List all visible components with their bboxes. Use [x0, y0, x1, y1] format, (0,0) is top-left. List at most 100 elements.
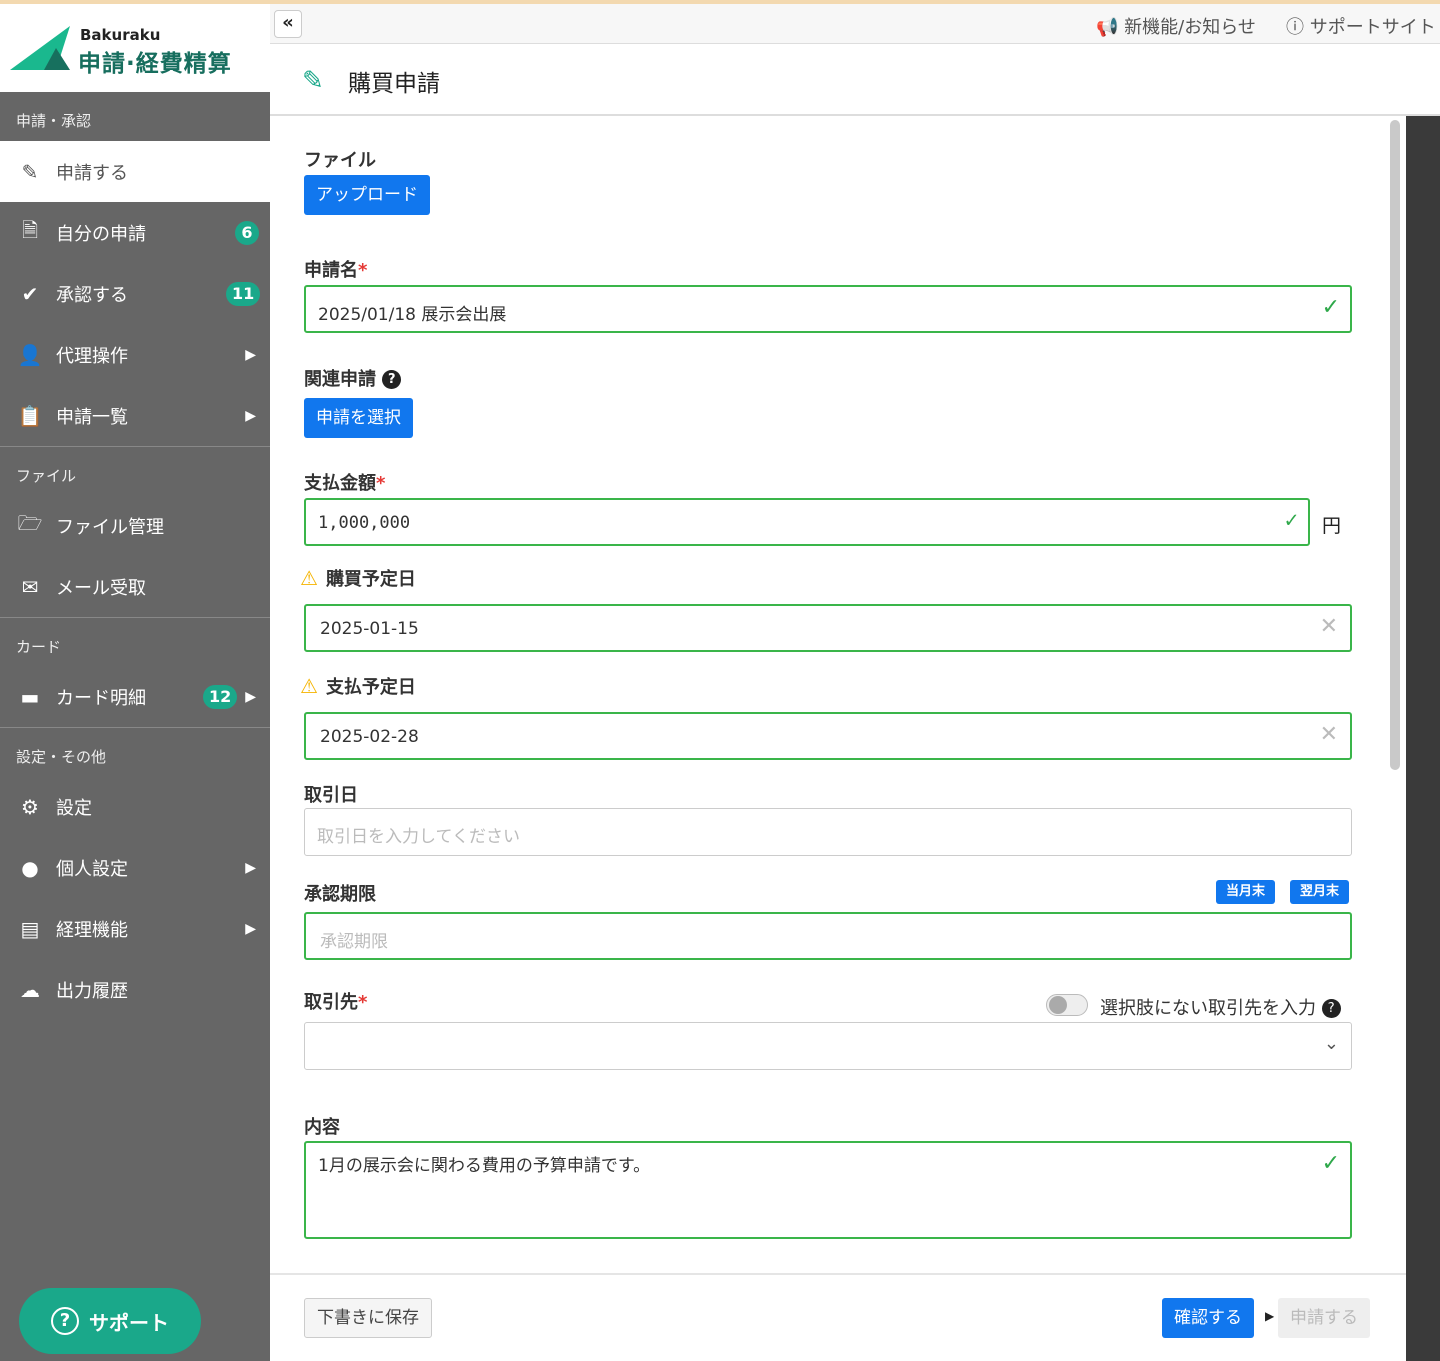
next-month-end-button[interactable]: 翌月末	[1290, 880, 1350, 904]
content-label: 内容	[304, 1117, 340, 1138]
sidebar-item-settings[interactable]: ⚙ 設定	[0, 776, 270, 837]
required-mark: *	[376, 473, 386, 494]
caret-right-icon: ▶	[1265, 1309, 1275, 1323]
upload-button[interactable]: アップロード	[304, 175, 430, 215]
deadline-input[interactable]: 承認期限	[304, 912, 1352, 960]
user-edit-icon: 👤	[17, 342, 43, 367]
check-icon: ✓	[1321, 1151, 1340, 1176]
save-draft-button[interactable]: 下書きに保存	[304, 1298, 432, 1338]
support-site-link[interactable]: ⓘ サポートサイト	[1286, 13, 1436, 39]
brand-title: 申請·経費精算	[78, 51, 232, 77]
support-site-label: サポートサイト	[1309, 17, 1436, 38]
gear-icon: ⚙	[21, 794, 39, 819]
submit-button[interactable]: 申請する	[1278, 1298, 1370, 1338]
section-settings: 設定・その他	[0, 727, 270, 776]
brand-sub: Bakuraku	[80, 26, 161, 44]
support-label: サポート	[89, 1310, 169, 1335]
purchase-date-label: ⚠ 購買予定日	[300, 565, 416, 591]
value: 2025-02-28	[320, 727, 419, 747]
content-textarea[interactable]: 1月の展示会に関わる費用の予算申請です。 ✓	[304, 1141, 1352, 1239]
edit-icon: ✎	[302, 66, 324, 96]
label: 自分の申請	[56, 223, 146, 245]
clipboard-icon: 📋	[17, 403, 43, 428]
badge: 11	[226, 281, 261, 306]
sidebar: Bakuraku 申請·経費精算 申請・承認 ✎ 申請する 🗎 自分の申請 6 ✔ 承認…	[0, 4, 270, 1361]
label: 取引先	[304, 992, 358, 1013]
placeholder: 承認期限	[320, 932, 388, 952]
support-button[interactable]: ? サポート	[19, 1288, 201, 1354]
warning-icon: ⚠	[300, 566, 318, 590]
deadline-label: 承認期限	[304, 884, 376, 905]
question-circle-icon: ?	[51, 1307, 79, 1335]
sidebar-item-card[interactable]: ▬ カード明細 12 ▶	[0, 666, 270, 727]
value: 2025-01-15	[320, 619, 419, 639]
label: 購買予定日	[325, 569, 416, 590]
name-label: 申請名*	[304, 256, 367, 282]
badge: 6	[235, 220, 259, 245]
cloud-download-icon: ☁	[20, 977, 40, 1002]
help-icon[interactable]: ?	[1321, 999, 1341, 1018]
help-icon[interactable]: ?	[382, 370, 402, 389]
required-mark: *	[358, 260, 368, 281]
news-label: 新機能/お知らせ	[1124, 17, 1256, 38]
value: 2025/01/18 展示会出展	[318, 305, 507, 325]
side-overlay	[1406, 116, 1440, 1361]
sidebar-item-personal[interactable]: ● 個人設定 ▶	[0, 837, 270, 898]
label: 選択肢にない取引先を入力	[1100, 998, 1316, 1019]
label: ファイル管理	[56, 516, 164, 538]
label: 支払予定日	[325, 677, 416, 698]
caret-right-icon: ▶	[245, 407, 256, 424]
partner-select[interactable]: ⌄	[304, 1022, 1352, 1070]
card-icon: ▬	[20, 684, 40, 709]
sidebar-item-export[interactable]: ☁ 出力履歴	[0, 959, 270, 1020]
sidebar-item-list[interactable]: 📋 申請一覧 ▶	[0, 385, 270, 446]
caret-right-icon: ▶	[245, 859, 256, 876]
file-label: ファイル	[304, 150, 376, 171]
document-icon: 🗎	[21, 217, 39, 242]
sidebar-item-apply[interactable]: ✎ 申請する	[0, 141, 270, 202]
value: 1,000,000	[318, 513, 411, 533]
purchase-date-input[interactable]: 2025-01-15 ✕	[304, 604, 1352, 652]
caret-right-icon: ▶	[245, 688, 256, 705]
logo[interactable]: Bakuraku 申請·経費精算	[0, 4, 270, 92]
label: 代理操作	[56, 345, 128, 367]
question-circle-icon: ⓘ	[1286, 17, 1304, 38]
this-month-end-button[interactable]: 当月末	[1216, 880, 1276, 904]
collapse-sidebar-button[interactable]: «	[274, 10, 302, 38]
label: 申請する	[56, 162, 128, 184]
label: 申請一覧	[56, 406, 128, 428]
trade-date-input[interactable]: 取引日を入力してください	[304, 808, 1352, 856]
scrollbar[interactable]	[1390, 120, 1400, 770]
caret-right-icon: ▶	[245, 346, 256, 363]
trade-date-label: 取引日	[304, 785, 358, 806]
sidebar-item-proxy[interactable]: 👤 代理操作 ▶	[0, 324, 270, 385]
value: 1月の展示会に関わる費用の予算申請です。	[318, 1156, 651, 1176]
megaphone-icon: 📢	[1096, 17, 1119, 38]
select-request-button[interactable]: 申請を選択	[304, 398, 413, 438]
clear-icon[interactable]: ✕	[1320, 614, 1338, 639]
news-link[interactable]: 📢 新機能/お知らせ	[1096, 13, 1256, 39]
partner-label: 取引先*	[304, 988, 367, 1014]
currency-label: 円	[1322, 515, 1342, 537]
clear-icon[interactable]: ✕	[1320, 722, 1338, 747]
amount-input[interactable]: 1,000,000 ✓	[304, 498, 1310, 546]
payment-date-label: ⚠ 支払予定日	[300, 673, 416, 699]
sidebar-item-my-requests[interactable]: 🗎 自分の申請 6	[0, 202, 270, 263]
required-mark: *	[358, 992, 368, 1013]
label: 承認する	[56, 284, 128, 306]
chevron-down-icon: ⌄	[1323, 1033, 1339, 1054]
payment-date-input[interactable]: 2025-02-28 ✕	[304, 712, 1352, 760]
section-file: ファイル	[0, 446, 270, 495]
sidebar-item-mail[interactable]: ✉ メール受取	[0, 556, 270, 617]
related-label: 関連申請 ?	[304, 365, 402, 391]
sidebar-item-files[interactable]: 🗁 ファイル管理	[0, 495, 270, 556]
sidebar-item-approve[interactable]: ✔ 承認する 11	[0, 263, 270, 324]
sidebar-item-accounting[interactable]: ▤ 経理機能 ▶	[0, 898, 270, 959]
label: 申請名	[304, 260, 358, 281]
label: 設定	[56, 797, 92, 819]
request-name-input[interactable]: 2025/01/18 展示会出展 ✓	[304, 285, 1352, 333]
confirm-button[interactable]: 確認する	[1162, 1298, 1254, 1338]
partner-toggle[interactable]	[1046, 994, 1088, 1016]
page-title: 購買申請	[348, 71, 440, 97]
footer: 下書きに保存 確認する ▶ 申請する	[270, 1273, 1406, 1361]
